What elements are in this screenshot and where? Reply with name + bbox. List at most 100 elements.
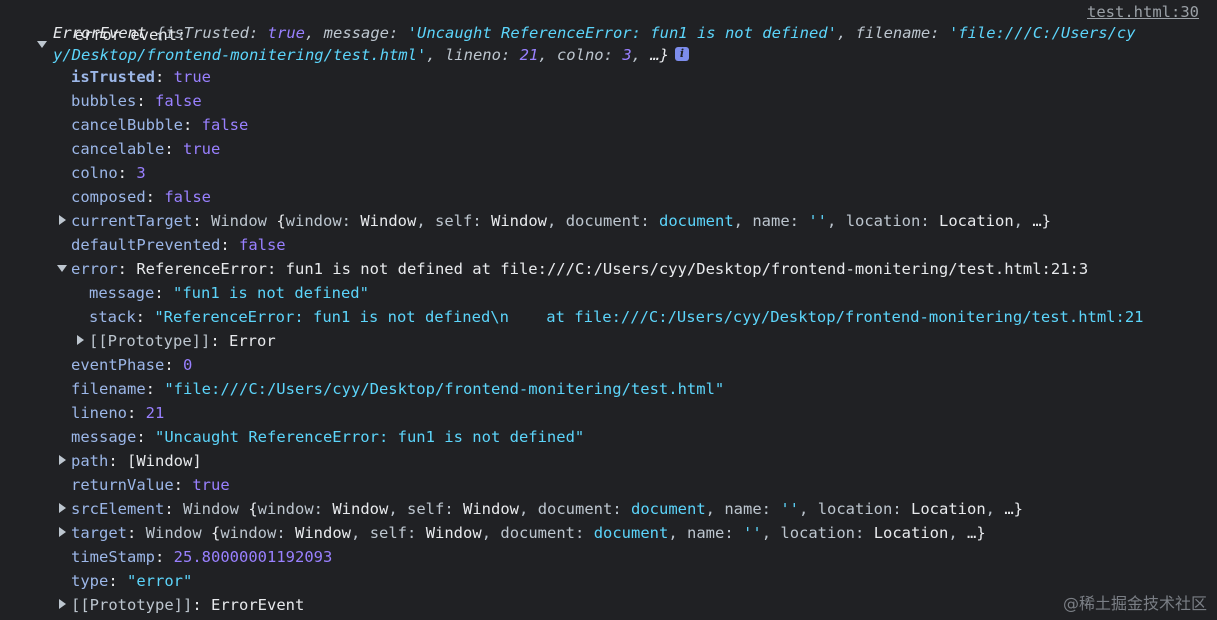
expand-path-toggle[interactable]	[57, 449, 67, 473]
summary-ellipsis: …}	[650, 46, 669, 64]
summary-value: true	[267, 24, 305, 42]
prop-isTrusted: isTrusted: true	[71, 68, 211, 86]
prop-error[interactable]: error: ReferenceError: fun1 is not defin…	[71, 257, 1088, 281]
prop-key: path	[71, 452, 109, 470]
preview-key: document	[500, 524, 576, 542]
chevron-right-icon	[58, 599, 66, 609]
prop-value: false	[238, 236, 286, 254]
prop-value: false	[155, 92, 202, 110]
preview-key: self	[407, 500, 445, 518]
expand-currentTarget-toggle[interactable]	[57, 209, 67, 233]
prop-eventPhase: eventPhase: 0	[71, 356, 193, 374]
preview-value: ''	[780, 500, 800, 518]
prop-value: true	[192, 476, 230, 494]
prop-key: returnValue	[71, 476, 174, 494]
preview-value: document	[659, 212, 734, 230]
preview-value: document	[631, 500, 706, 518]
summary-value: 'Uncaught ReferenceError: fun1 is not de…	[407, 24, 837, 42]
prop-type: type: "error"	[71, 572, 193, 590]
prop-key: cancelBubble	[71, 116, 183, 134]
preview-value: Window	[425, 524, 482, 542]
prop-target[interactable]: target: Window {window: Window, self: Wi…	[71, 521, 986, 545]
prop-key: colno	[71, 164, 118, 182]
summary-key: colno	[556, 46, 604, 64]
expand-error-toggle[interactable]	[57, 257, 67, 281]
preview-value: Window	[295, 524, 352, 542]
expand-srcElement-toggle[interactable]	[57, 497, 67, 521]
errorevent-summary-line-1[interactable]: ErrorEvent {isTrusted: true, message: 'U…	[53, 21, 1136, 45]
prop-currentTarget[interactable]: currentTarget: Window {window: Window, s…	[71, 209, 1051, 233]
preview-key: name	[724, 500, 762, 518]
preview-value: document	[593, 524, 669, 542]
prop-value: Error	[229, 332, 276, 350]
prop-bubbles: bubbles: false	[71, 92, 202, 110]
expand-errorevent-toggle[interactable]	[37, 33, 47, 57]
prop-key: [[Prototype]]	[89, 332, 211, 350]
prop-prototype[interactable]: [[Prototype]]: ErrorEvent	[71, 593, 304, 617]
preview-key: self	[435, 212, 473, 230]
preview-key: location	[845, 212, 921, 230]
prop-value: ErrorEvent	[211, 596, 305, 614]
summary-value: 21	[519, 46, 539, 64]
preview-value: Window	[360, 212, 417, 230]
prop-type: Window	[183, 500, 239, 518]
prop-key: bubbles	[71, 92, 137, 110]
chevron-down-icon	[57, 264, 67, 272]
preview-key: name	[752, 212, 790, 230]
prop-value: false	[201, 116, 249, 134]
preview-value: ''	[743, 524, 762, 542]
chevron-right-icon	[58, 503, 66, 513]
prop-key: timeStamp	[71, 548, 155, 566]
preview-key: location	[780, 524, 856, 542]
preview-ellipsis: …}	[1004, 500, 1024, 518]
summary-key: isTrusted	[165, 24, 249, 42]
prop-composed: composed: false	[71, 188, 211, 206]
summary-value: 3	[622, 46, 632, 64]
prop-lineno: lineno: 21	[71, 404, 165, 422]
prop-key: [[Prototype]]	[71, 596, 193, 614]
prop-value: [Window]	[127, 452, 202, 470]
prop-value: "file:///C:/Users/cyy/Desktop/frontend-m…	[164, 380, 725, 398]
watermark: @稀土掘金技术社区	[1062, 594, 1207, 613]
errorevent-summary-line-2[interactable]: y/Desktop/frontend-monitering/test.html'…	[53, 43, 689, 67]
preview-key: window	[257, 500, 314, 518]
preview-key: window	[220, 524, 277, 542]
devtools-console: error event: test.html:30 ErrorEvent {is…	[0, 0, 1217, 620]
chevron-down-icon	[37, 40, 47, 48]
prop-key: lineno	[71, 404, 127, 422]
expand-prototype-toggle[interactable]	[57, 593, 67, 617]
prop-value: "error"	[127, 572, 193, 590]
preview-key: location	[817, 500, 893, 518]
prop-key: type	[71, 572, 109, 590]
summary-key: lineno	[444, 46, 501, 64]
chevron-right-icon	[58, 455, 66, 465]
prop-error-message: message: "fun1 is not defined"	[89, 284, 369, 302]
prop-returnValue: returnValue: true	[71, 476, 230, 494]
chevron-right-icon	[58, 527, 66, 537]
preview-value: ''	[808, 212, 828, 230]
prop-value: "fun1 is not defined"	[173, 284, 369, 302]
info-icon[interactable]: i	[675, 46, 689, 61]
prop-error-prototype[interactable]: [[Prototype]]: Error	[89, 329, 276, 353]
prop-type: Window	[145, 524, 202, 542]
preview-value: Window	[491, 212, 548, 230]
prop-path[interactable]: path: [Window]	[71, 449, 202, 473]
prop-srcElement[interactable]: srcElement: Window {window: Window, self…	[71, 497, 1023, 521]
summary-value: y/Desktop/frontend-monitering/test.html'	[53, 46, 427, 64]
prop-value: 3	[136, 164, 146, 182]
summary-key: message	[323, 24, 389, 42]
prop-value: true	[183, 140, 221, 158]
prop-key: srcElement	[71, 500, 165, 518]
object-type-name: ErrorEvent	[53, 24, 147, 42]
prop-key: target	[71, 524, 127, 542]
summary-value: 'file:///C:/Users/cy	[948, 24, 1136, 42]
preview-key: name	[687, 524, 725, 542]
prop-key: error	[71, 260, 118, 278]
expand-target-toggle[interactable]	[57, 521, 67, 545]
prop-message: message: "Uncaught ReferenceError: fun1 …	[71, 428, 585, 446]
prop-key: cancelable	[71, 140, 165, 158]
prop-key: currentTarget	[71, 212, 193, 230]
chevron-right-icon	[76, 335, 84, 345]
expand-error-prototype-toggle[interactable]	[75, 329, 85, 353]
prop-value: 25.80000001192093	[173, 548, 333, 566]
